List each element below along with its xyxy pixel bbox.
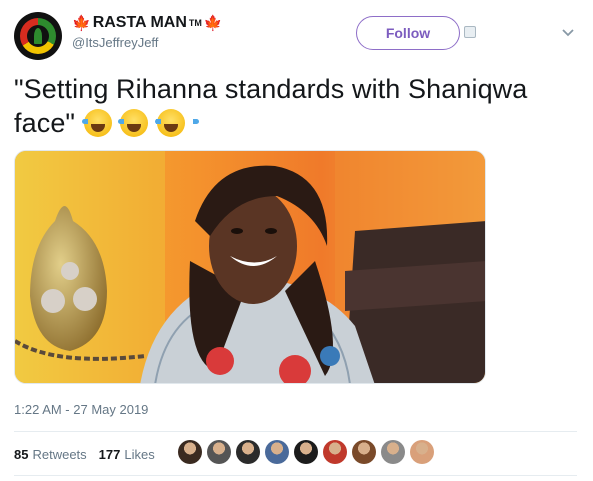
face-with-tears-of-joy-icon [81,109,126,137]
avatar-leaf [34,28,42,44]
display-name: RASTA MAN [92,14,187,31]
liker-avatar[interactable] [381,440,405,464]
tweet-header: 🍁 RASTA MAN TM 🍁 @ItsJeffreyJeff Follow [14,12,584,60]
user-handle[interactable]: @ItsJeffreyJeff [72,35,223,50]
author-names: 🍁 RASTA MAN TM 🍁 @ItsJeffreyJeff [72,14,223,50]
liker-avatar[interactable] [207,440,231,464]
liker-avatar[interactable] [352,440,376,464]
liker-avatar[interactable] [294,440,318,464]
retweets-stat[interactable]: 85 Retweets [14,447,87,462]
likes-count: 177 [98,446,121,462]
liker-avatar[interactable] [236,440,260,464]
maple-leaf-icon: 🍁 [203,14,223,32]
liker-avatar[interactable] [410,440,434,464]
face-with-tears-of-joy-icon [118,109,163,137]
avatar[interactable] [14,12,62,60]
face-with-tears-of-joy-icon [154,109,199,137]
follow-status-icon [464,26,476,38]
liker-avatar[interactable] [178,440,202,464]
chevron-down-icon[interactable] [560,24,576,40]
tweet-text: "Setting Rihanna standards with Shaniqwa… [14,72,574,140]
tweet-stats: 85 Retweets 177 Likes [14,444,167,464]
liker-avatar[interactable] [323,440,347,464]
retweets-label: Retweets [32,446,87,462]
photo-illustration [15,151,485,383]
tweet-photo[interactable] [14,150,486,384]
retweets-count: 85 [14,446,29,462]
maple-leaf-icon: 🍁 [72,14,91,32]
divider [14,475,577,476]
divider [14,431,577,432]
likes-label: Likes [124,446,155,462]
follow-button[interactable]: Follow [356,16,460,50]
trademark-mark: TM [188,18,202,28]
liker-avatar[interactable] [265,440,289,464]
likers-avatars [178,440,434,464]
display-name-row[interactable]: 🍁 RASTA MAN TM 🍁 [72,14,223,32]
likes-stat[interactable]: 177 Likes [99,447,155,462]
tweet-timestamp[interactable]: 1:22 AM - 27 May 2019 [14,402,148,417]
